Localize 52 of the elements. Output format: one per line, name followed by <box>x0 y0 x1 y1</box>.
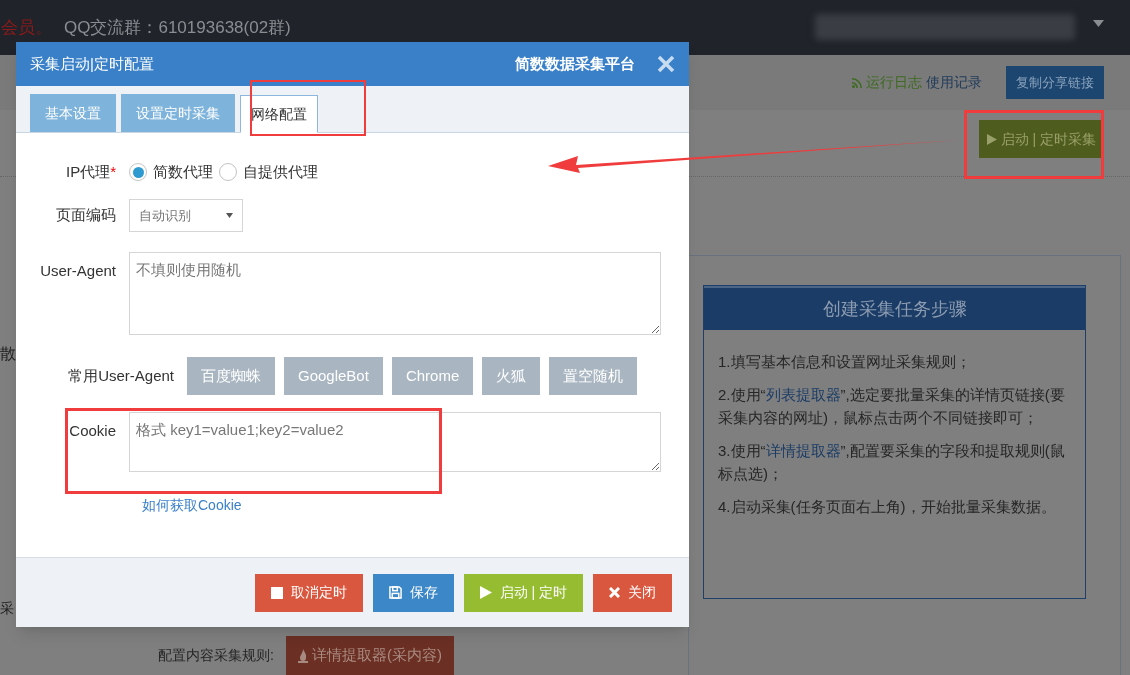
user-agent-preset-button[interactable]: GoogleBot <box>284 357 383 395</box>
caret-icon <box>226 213 233 218</box>
common-user-agent-label: 常用User-Agent <box>67 365 175 386</box>
user-agent-preset-button[interactable]: 置空随机 <box>549 357 638 395</box>
log-link[interactable]: 运行日志 <box>866 72 922 93</box>
dialog-button[interactable]: 取消定时 <box>254 573 363 612</box>
step-text: 3.使用“详情提取器”,配置要采集的字段和提取规则(鼠标点选)； <box>718 441 1066 484</box>
row-label: 散 <box>0 344 16 364</box>
history-link[interactable]: 使用记录 <box>926 72 982 93</box>
close-icon <box>609 587 620 598</box>
required-mark: * <box>110 162 116 180</box>
cookie-field[interactable]: 格式 key1=value1;key2=value2 <box>129 412 661 472</box>
row-label: 采 <box>0 599 14 618</box>
user-agent-preset-button[interactable]: 百度蜘蛛 <box>187 357 275 395</box>
rss-icon <box>852 77 862 88</box>
start-button[interactable]: 启动 | 定时采集 <box>978 120 1104 158</box>
cookie-label: Cookie <box>68 421 117 441</box>
detail-extractor-button[interactable]: 详情提取器(采内容) <box>285 636 454 675</box>
stop-icon <box>270 586 283 599</box>
radio-button[interactable] <box>219 163 237 181</box>
brand-title: 简数数据采集平台 <box>515 53 635 74</box>
radio-label: 自提供代理 <box>243 161 318 182</box>
rule-label: 配置内容采集规则: <box>158 646 274 665</box>
dialog-button[interactable]: 保存 <box>372 573 454 612</box>
qq-group-text: QQ交流群：610193638(02群) <box>64 16 291 39</box>
dialog-title: 采集启动|定时配置 <box>30 53 154 74</box>
user-agent-preset-button[interactable]: 火狐 <box>482 357 541 395</box>
share-link-button[interactable]: 复制分享链接 <box>1006 66 1104 99</box>
cookie-help-link[interactable]: 如何获取Cookie <box>142 497 242 513</box>
close-icon[interactable] <box>657 55 675 73</box>
tab[interactable]: 基本设置 <box>30 94 116 132</box>
dialog-button[interactable]: 启动 | 定时 <box>463 573 583 612</box>
user-agent-preset-button[interactable]: Chrome <box>391 357 474 395</box>
user-agent-field[interactable]: 不填则使用随机 <box>129 252 661 335</box>
tab[interactable]: 网络配置 <box>240 95 318 133</box>
proxy-label: IP代理 <box>65 162 111 180</box>
dialog-button[interactable]: 关闭 <box>593 573 672 612</box>
caret-icon <box>1093 20 1104 27</box>
step-text: 1.填写基本信息和设置网址采集规则； <box>718 352 972 372</box>
user-agent-label: User-Agent <box>39 261 117 281</box>
steps-title: 创建采集任务步骤 <box>704 286 1085 330</box>
play-icon <box>479 586 492 599</box>
notice-text: 会员。 <box>0 16 52 39</box>
step-text: 2.使用“列表提取器”,选定要批量采集的详情页链接(要采集内容的网址)，鼠标点击两个不同链接即可； <box>718 385 1066 428</box>
tab[interactable]: 设置定时采集 <box>121 94 235 132</box>
encoding-label: 页面编码 <box>55 205 117 226</box>
encoding-select[interactable]: 自动识别 <box>129 199 243 232</box>
play-icon <box>986 133 997 145</box>
flame-icon <box>297 648 308 663</box>
radio-button[interactable] <box>129 163 147 181</box>
step-text: 4.启动采集(任务页面右上角)，开始批量采集数据。 <box>718 497 1057 517</box>
radio-label: 简数代理 <box>153 161 213 182</box>
